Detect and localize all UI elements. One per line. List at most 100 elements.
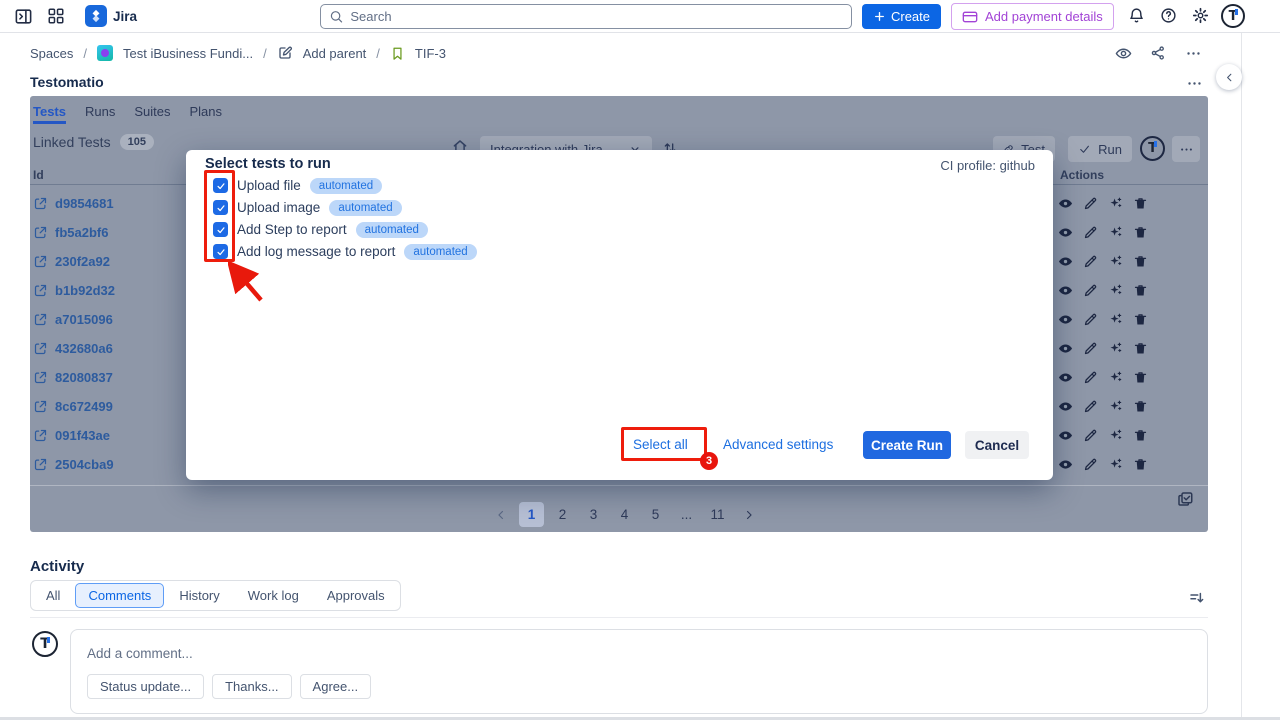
table-row[interactable]: 8c672499: [33, 392, 113, 421]
delete-trash-icon[interactable]: [1133, 196, 1148, 211]
advanced-settings-link[interactable]: Advanced settings: [723, 437, 833, 452]
test-id-link[interactable]: b1b92d32: [55, 283, 115, 298]
comment-box[interactable]: Add a comment... Status update... Thanks…: [70, 629, 1208, 714]
view-eye-icon[interactable]: [1058, 225, 1073, 240]
edit-pencil-icon[interactable]: [1083, 196, 1098, 211]
delete-trash-icon[interactable]: [1133, 312, 1148, 327]
test-id-link[interactable]: 82080837: [55, 370, 113, 385]
page-button[interactable]: 4: [612, 502, 637, 527]
tab-comments[interactable]: Comments: [75, 583, 164, 608]
tab-tests[interactable]: Tests: [33, 104, 66, 119]
view-eye-icon[interactable]: [1058, 254, 1073, 269]
testomatio-logo[interactable]: [1140, 136, 1165, 161]
ai-sparkles-icon[interactable]: [1108, 457, 1123, 472]
quick-reply-status-update[interactable]: Status update...: [87, 674, 204, 699]
collapse-panel-button[interactable]: [1216, 64, 1242, 90]
page-button[interactable]: 5: [643, 502, 668, 527]
search-input[interactable]: [350, 9, 843, 24]
ai-sparkles-icon[interactable]: [1108, 283, 1123, 298]
create-button[interactable]: Create: [862, 4, 941, 29]
checkbox-checked[interactable]: [213, 178, 228, 193]
delete-trash-icon[interactable]: [1133, 283, 1148, 298]
page-button[interactable]: 3: [581, 502, 606, 527]
edit-pencil-icon[interactable]: [1083, 312, 1098, 327]
test-checkbox-row[interactable]: Add log message to report automated: [213, 243, 477, 260]
settings-gear-icon[interactable]: [1192, 7, 1209, 24]
delete-trash-icon[interactable]: [1133, 225, 1148, 240]
select-all-link[interactable]: Select all: [633, 437, 688, 452]
help-icon[interactable]: [1160, 7, 1177, 24]
delete-trash-icon[interactable]: [1133, 341, 1148, 356]
edit-pencil-icon[interactable]: [1083, 254, 1098, 269]
table-row[interactable]: 230f2a92: [33, 247, 110, 276]
test-checkbox-row[interactable]: Upload image automated: [213, 199, 402, 216]
search-bar[interactable]: [320, 4, 852, 29]
sidebar-toggle-icon[interactable]: [14, 7, 33, 26]
tab-history[interactable]: History: [166, 583, 232, 608]
ai-sparkles-icon[interactable]: [1108, 312, 1123, 327]
test-id-link[interactable]: fb5a2bf6: [55, 225, 108, 240]
checkbox-checked[interactable]: [213, 200, 228, 215]
quick-reply-agree[interactable]: Agree...: [300, 674, 372, 699]
edit-pencil-icon[interactable]: [1083, 457, 1098, 472]
cancel-button[interactable]: Cancel: [965, 431, 1029, 459]
test-id-link[interactable]: 2504cba9: [55, 457, 114, 472]
next-page-icon[interactable]: [736, 502, 761, 527]
delete-trash-icon[interactable]: [1133, 457, 1148, 472]
batch-select-icon[interactable]: [1176, 490, 1194, 508]
tab-runs[interactable]: Runs: [85, 104, 115, 119]
ai-sparkles-icon[interactable]: [1108, 399, 1123, 414]
more-actions-icon[interactable]: [1180, 40, 1206, 66]
test-id-link[interactable]: 8c672499: [55, 399, 113, 414]
app-switcher-icon[interactable]: [47, 7, 65, 25]
share-icon[interactable]: [1145, 40, 1171, 66]
add-payment-details-button[interactable]: Add payment details: [951, 3, 1114, 30]
ai-sparkles-icon[interactable]: [1108, 428, 1123, 443]
view-eye-icon[interactable]: [1058, 370, 1073, 385]
test-id-link[interactable]: 230f2a92: [55, 254, 110, 269]
page-button[interactable]: 2: [550, 502, 575, 527]
edit-pencil-icon[interactable]: [1083, 399, 1098, 414]
test-id-link[interactable]: 432680a6: [55, 341, 113, 356]
test-id-link[interactable]: 091f43ae: [55, 428, 110, 443]
table-row[interactable]: 2504cba9: [33, 450, 114, 479]
tab-approvals[interactable]: Approvals: [314, 583, 398, 608]
checkbox-checked[interactable]: [213, 222, 228, 237]
widget-more-icon[interactable]: [1186, 75, 1203, 92]
edit-pencil-icon[interactable]: [1083, 225, 1098, 240]
view-eye-icon[interactable]: [1058, 196, 1073, 211]
view-eye-icon[interactable]: [1058, 341, 1073, 356]
notifications-icon[interactable]: [1128, 7, 1145, 24]
prev-page-icon[interactable]: [488, 502, 513, 527]
widget-overflow-icon[interactable]: [1172, 136, 1200, 162]
view-eye-icon[interactable]: [1058, 399, 1073, 414]
create-run-button[interactable]: Create Run: [863, 431, 951, 459]
breadcrumb-add-parent-link[interactable]: Add parent: [303, 46, 367, 61]
table-row[interactable]: 82080837: [33, 363, 113, 392]
ai-sparkles-icon[interactable]: [1108, 196, 1123, 211]
ai-sparkles-icon[interactable]: [1108, 254, 1123, 269]
ai-sparkles-icon[interactable]: [1108, 225, 1123, 240]
delete-trash-icon[interactable]: [1133, 399, 1148, 414]
jira-logo[interactable]: [85, 5, 107, 27]
edit-pencil-icon[interactable]: [1083, 341, 1098, 356]
checkbox-checked[interactable]: [213, 244, 228, 259]
delete-trash-icon[interactable]: [1133, 370, 1148, 385]
breadcrumb-issue-key[interactable]: TIF-3: [415, 46, 446, 61]
ai-sparkles-icon[interactable]: [1108, 341, 1123, 356]
view-eye-icon[interactable]: [1058, 283, 1073, 298]
quick-reply-thanks[interactable]: Thanks...: [212, 674, 291, 699]
view-eye-icon[interactable]: [1058, 457, 1073, 472]
page-button[interactable]: 11: [705, 502, 730, 527]
table-row[interactable]: b1b92d32: [33, 276, 115, 305]
breadcrumb-space-link[interactable]: Test iBusiness Fundi...: [123, 46, 253, 61]
table-row[interactable]: fb5a2bf6: [33, 218, 108, 247]
delete-trash-icon[interactable]: [1133, 428, 1148, 443]
test-checkbox-row[interactable]: Add Step to report automated: [213, 221, 428, 238]
table-row[interactable]: 432680a6: [33, 334, 113, 363]
table-row[interactable]: d9854681: [33, 189, 114, 218]
sort-comments-icon[interactable]: [1188, 589, 1206, 607]
tab-suites[interactable]: Suites: [134, 104, 170, 119]
page-button[interactable]: 1: [519, 502, 544, 527]
run-button[interactable]: Run: [1068, 136, 1132, 162]
